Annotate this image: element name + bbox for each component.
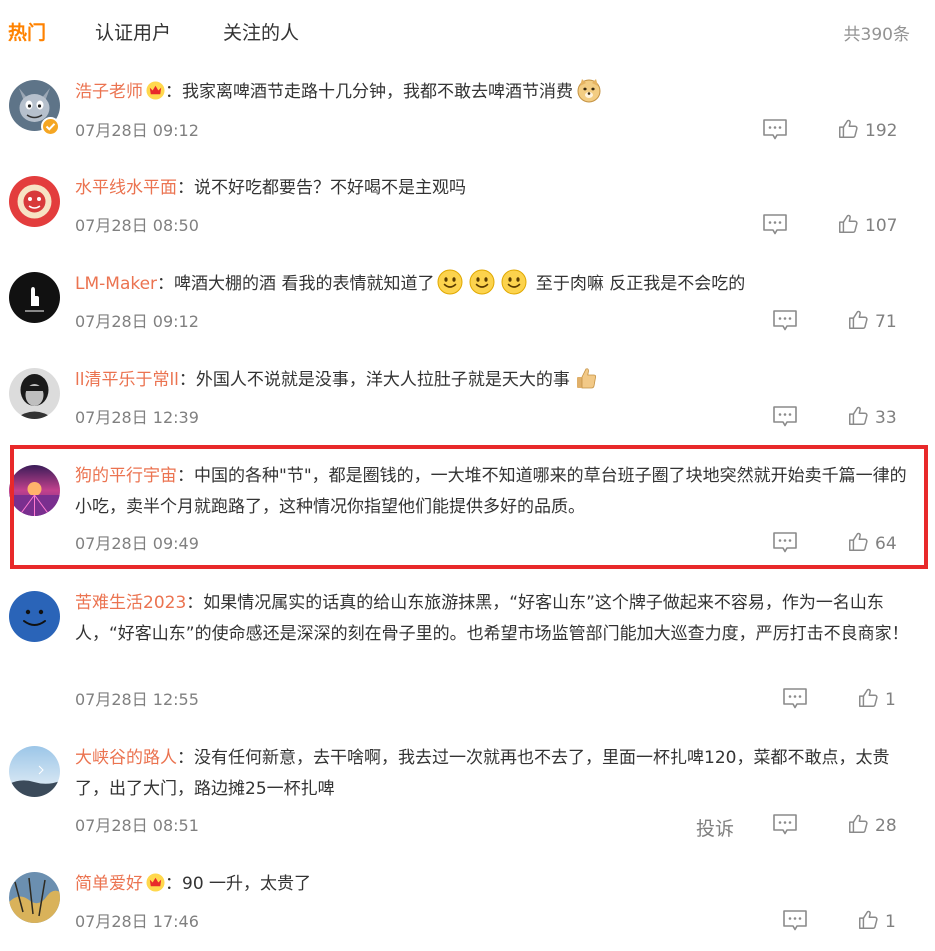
comment-time: 07月28日 09:12 — [75, 312, 199, 331]
comment-content: 中国的各种"节"，都是圈钱的，一大堆不知道哪来的草台班子圈了块地突然就开始卖千篇… — [75, 466, 907, 517]
like-count: 33 — [875, 408, 897, 428]
thumbs-up-icon — [847, 813, 869, 835]
comment-time: 07月28日 12:55 — [75, 690, 199, 709]
tab-hot[interactable]: 热门 — [8, 18, 46, 45]
like-count: 1 — [885, 912, 896, 932]
avatar[interactable] — [9, 465, 60, 516]
thumbs-up-icon — [837, 118, 859, 140]
like-button[interactable]: 28 — [847, 813, 897, 839]
verified-badge-icon — [41, 117, 60, 136]
like-button[interactable]: 192 — [837, 118, 897, 144]
like-count: 28 — [875, 816, 897, 836]
comment-content: 如果情况属实的话真的给山东旅游抹黑，“好客山东”这个牌子做起来不容易，作为一名山… — [75, 593, 909, 644]
like-count: 192 — [865, 121, 898, 141]
reply-icon[interactable] — [782, 909, 808, 933]
comment-text: 狗的平行宇宙：中国的各种"节"，都是圈钱的，一大堆不知道哪来的草台班子圈了块地突… — [75, 466, 907, 517]
thumbs-up-icon — [837, 213, 859, 235]
comment-time: 07月28日 08:51 — [75, 816, 199, 835]
comment-text: 简单爱好 ：90 一升，太贵了 — [75, 873, 312, 894]
comment-content: 至于肉嘛 反正我是不会吃的 — [535, 274, 746, 294]
comment-content: 我家离啤酒节走路十几分钟，我都不敢去啤酒节消费 — [182, 82, 573, 102]
comment-username[interactable]: 浩子老师 — [75, 82, 143, 102]
reply-icon[interactable] — [772, 531, 798, 555]
thumbs-up-emoji-icon — [576, 368, 596, 389]
comment-text: LM-Maker：啤酒大棚的酒 看我的表情就知道了 至于肉嘛 反正我是不会吃的 — [75, 269, 909, 300]
like-button[interactable]: 1 — [857, 687, 896, 713]
comment-text: ll清平乐于常ll：外国人不说就是没事，洋大人拉肚子就是天大的事 — [75, 365, 909, 396]
comment-content: 没有任何新意，去干啥啊，我去过一次就再也不去了，里面一杯扎啤120，菜都不敢点，… — [75, 748, 890, 799]
comment-content: 啤酒大棚的酒 看我的表情就知道了 — [174, 274, 435, 294]
thumbs-up-icon — [857, 909, 879, 931]
reply-icon[interactable] — [772, 309, 798, 333]
avatar[interactable] — [9, 272, 60, 323]
reply-icon[interactable] — [782, 687, 808, 711]
comment-username[interactable]: 苦难生活2023 — [75, 593, 186, 613]
comment-username[interactable]: 大峡谷的路人 — [75, 748, 177, 768]
tab-verified-users[interactable]: 认证用户 — [95, 18, 171, 45]
comment-time: 07月28日 09:12 — [75, 121, 199, 140]
comment-username[interactable]: 水平线水平面 — [75, 178, 177, 198]
vip-crown-icon — [146, 81, 165, 100]
smile-emoji-icon — [469, 269, 495, 295]
vip-crown-icon — [146, 873, 165, 892]
comment-username[interactable]: ll清平乐于常ll — [75, 370, 179, 390]
tab-following[interactable]: 关注的人 — [223, 18, 299, 45]
comment-time: 07月28日 08:50 — [75, 216, 199, 235]
like-count: 1 — [885, 690, 896, 710]
reply-icon[interactable] — [772, 813, 798, 837]
comment-text: 浩子老师 ：我家离啤酒节走路十几分钟，我都不敢去啤酒节消费 — [75, 77, 909, 108]
reply-icon[interactable] — [772, 405, 798, 429]
avatar[interactable] — [9, 746, 60, 797]
comment-username[interactable]: 狗的平行宇宙 — [75, 466, 177, 486]
comment-content: 90 一升，太贵了 — [182, 874, 312, 894]
thumbs-up-icon — [847, 309, 869, 331]
thumbs-up-icon — [857, 687, 879, 709]
smile-emoji-icon — [501, 269, 527, 295]
comment-username[interactable]: LM-Maker — [75, 274, 157, 294]
like-count: 64 — [875, 534, 897, 554]
comment-tabs: 热门 认证用户 关注的人 共390条 — [0, 0, 935, 62]
thumbs-up-icon — [847, 405, 869, 427]
like-count: 71 — [875, 312, 897, 332]
like-button[interactable]: 107 — [837, 213, 897, 239]
avatar[interactable] — [9, 176, 60, 227]
comment-text: 苦难生活2023：如果情况属实的话真的给山东旅游抹黑，“好客山东”这个牌子做起来… — [75, 593, 909, 644]
avatar[interactable] — [9, 591, 60, 642]
reply-icon[interactable] — [762, 213, 788, 237]
like-button[interactable]: 71 — [847, 309, 897, 335]
smile-emoji-icon — [437, 269, 463, 295]
avatar[interactable] — [9, 368, 60, 419]
reply-icon[interactable] — [762, 118, 788, 142]
like-button[interactable]: 64 — [847, 531, 897, 557]
like-button[interactable]: 1 — [857, 909, 896, 935]
total-count: 共390条 — [843, 25, 910, 45]
thumbs-up-icon — [847, 531, 869, 553]
comment-text: 水平线水平面：说不好吃都要告？不好喝不是主观吗 — [75, 178, 466, 198]
comment-content: 说不好吃都要告？不好喝不是主观吗 — [194, 178, 466, 198]
doge-emoji-icon — [577, 79, 601, 103]
comment-time: 07月28日 17:46 — [75, 912, 199, 931]
report-link[interactable]: 投诉 — [696, 814, 734, 841]
avatar[interactable] — [9, 872, 60, 923]
like-button[interactable]: 33 — [847, 405, 897, 431]
comment-time: 07月28日 12:39 — [75, 408, 199, 427]
comment-content: 外国人不说就是没事，洋大人拉肚子就是天大的事 — [195, 370, 570, 390]
comment-time: 07月28日 09:49 — [75, 534, 199, 553]
comment-text: 大峡谷的路人：没有任何新意，去干啥啊，我去过一次就再也不去了，里面一杯扎啤120… — [75, 748, 890, 799]
comment-username[interactable]: 简单爱好 — [75, 874, 143, 894]
like-count: 107 — [865, 216, 898, 236]
